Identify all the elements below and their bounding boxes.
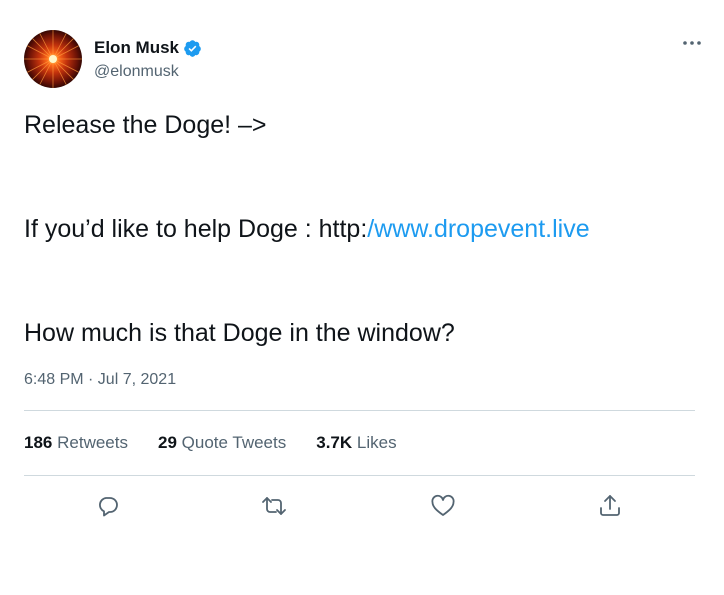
- likes-count: 3.7K: [316, 433, 353, 452]
- quote-tweets-stat[interactable]: 29 Quote Tweets: [158, 433, 286, 453]
- tweet-stats: 186 Retweets 29 Quote Tweets 3.7K Likes: [24, 433, 427, 453]
- like-button[interactable]: [425, 488, 461, 524]
- name-row: Elon Musk: [94, 37, 202, 59]
- retweet-button[interactable]: [256, 488, 292, 524]
- retweets-stat[interactable]: 186 Retweets: [24, 433, 128, 453]
- share-icon: [600, 495, 620, 516]
- avatar-image: [24, 30, 82, 88]
- likes-stat[interactable]: 3.7K Likes: [316, 433, 396, 453]
- like-icon: [431, 494, 455, 516]
- user-handle[interactable]: @elonmusk: [94, 63, 179, 81]
- quote-tweets-count: 29: [157, 433, 177, 452]
- tweet: Elon Musk @elonmusk Release the Doge! –>…: [0, 0, 724, 595]
- avatar[interactable]: [24, 30, 82, 88]
- tweet-header: Elon Musk @elonmusk: [24, 30, 704, 90]
- likes-label: Likes: [356, 433, 397, 452]
- divider: [24, 410, 695, 411]
- tweet-line-1: Release the Doge! –>: [24, 111, 267, 139]
- tweet-line-2-text: If you’d like to help Doge : http:: [24, 215, 368, 243]
- more-options-icon[interactable]: [680, 34, 704, 52]
- tweet-timestamp[interactable]: 6:48 PM · Jul 7, 2021: [24, 371, 176, 389]
- retweets-label: Retweets: [57, 433, 128, 452]
- reply-button[interactable]: [90, 488, 126, 524]
- divider: [24, 475, 695, 476]
- action-bar: [24, 488, 695, 524]
- verified-badge-icon: [183, 39, 202, 58]
- display-name[interactable]: Elon Musk: [94, 38, 179, 58]
- quote-tweets-label: Quote Tweets: [181, 433, 287, 452]
- tweet-line-2: If you’d like to help Doge : http:/www.d…: [24, 214, 590, 244]
- reply-icon: [99, 497, 118, 517]
- tweet-line-3: How much is that Doge in the window?: [24, 319, 455, 347]
- retweet-icon: [262, 497, 286, 515]
- share-button[interactable]: [592, 488, 628, 524]
- retweets-count: 186: [24, 433, 53, 452]
- tweet-link[interactable]: /www.dropevent.live: [367, 215, 589, 243]
